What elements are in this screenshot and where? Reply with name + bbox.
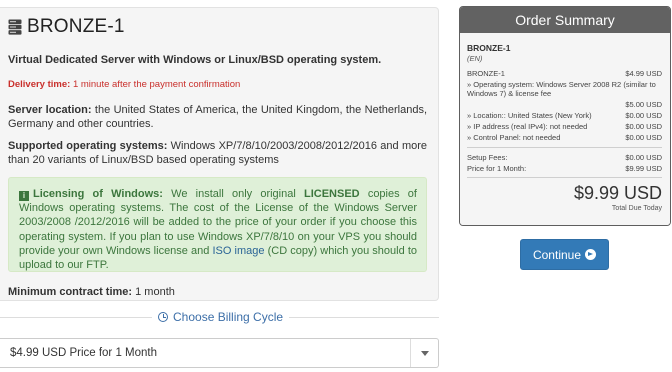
licensing-alert: i Licensing of Windows: We install only o… — [8, 177, 427, 272]
summary-line: » Control Panel: not needed $0.00 USD — [467, 133, 662, 142]
billing-cycle-value: $4.99 USD Price for 1 Month — [10, 347, 158, 359]
order-summary: Order Summary BRONZE-1 (EN) BRONZE-1 $4.… — [459, 6, 671, 226]
select-caret-area[interactable] — [410, 339, 438, 367]
product-panel: BRONZE-1 Virtual Dedicated Server with W… — [0, 7, 439, 301]
minimum-contract: Minimum contract time: 1 month — [8, 286, 175, 298]
total-due-label: Total Due Today — [611, 205, 662, 212]
contract-label: Minimum contract time: — [8, 286, 133, 298]
server-location: Server location: the United States of Am… — [8, 103, 427, 131]
continue-label: Continue — [532, 247, 582, 262]
billing-cycle-header: Choose Billing Cycle — [152, 310, 290, 324]
contract-value: 1 month — [132, 286, 175, 298]
setup-fees-amount: $0.00 USD — [625, 153, 662, 162]
summary-line-label: » Operating system: Windows Server 2008 … — [467, 80, 656, 98]
delivery-value: 1 minute after the payment confirmation — [70, 79, 241, 90]
summary-line-amount: $0.00 USD — [625, 122, 662, 131]
recurring-price-line: Price for 1 Month: $9.99 USD — [467, 164, 662, 173]
info-icon: i — [19, 191, 29, 201]
product-tagline: Virtual Dedicated Server with Windows or… — [8, 54, 382, 66]
licensed-label: LICENSED — [304, 188, 360, 200]
product-name: BRONZE-1 — [27, 16, 125, 37]
continue-button[interactable]: Continue — [520, 239, 609, 270]
summary-line: » Location:: United States (New York) $0… — [467, 111, 662, 120]
supported-systems: Supported operating systems: Windows XP/… — [8, 139, 427, 167]
billing-cycle-select[interactable]: $4.99 USD Price for 1 Month — [0, 338, 439, 368]
summary-product-group: (EN) — [467, 54, 483, 63]
summary-line: » IP address (real IPv4): not needed $0.… — [467, 122, 662, 131]
summary-divider — [467, 177, 662, 178]
summary-line: » Operating system: Windows Server 2008 … — [467, 80, 662, 98]
delivery-time: Delivery time: 1 minute after the paymen… — [8, 79, 240, 90]
server-icon — [8, 19, 22, 35]
location-label: Server location: — [8, 104, 92, 116]
chevron-down-icon — [420, 350, 429, 356]
product-title: BRONZE-1 — [8, 16, 125, 38]
summary-product-name: BRONZE-1 — [467, 43, 511, 53]
total-due-amount: $9.99 USD — [573, 183, 662, 203]
order-summary-body: BRONZE-1 (EN) BRONZE-1 $4.99 USD » Opera… — [460, 33, 670, 225]
summary-line-amount: $5.00 USD — [625, 100, 662, 109]
systems-label: Supported operating systems: — [8, 140, 168, 152]
arrow-circle-right-icon — [585, 249, 597, 260]
clock-icon — [158, 312, 168, 322]
licensing-text: We install only original — [162, 188, 304, 200]
billing-cycle-title: Choose Billing Cycle — [173, 310, 284, 324]
licensing-title: Licensing of Windows: — [33, 188, 163, 200]
recurring-price-amount: $9.99 USD — [625, 164, 662, 173]
summary-line-amount: $0.00 USD — [625, 111, 662, 120]
summary-line-amount: $0.00 USD — [625, 133, 662, 142]
order-summary-title: Order Summary — [460, 7, 670, 33]
summary-divider — [467, 147, 662, 148]
summary-line-amount: $4.99 USD — [625, 69, 662, 78]
delivery-label: Delivery time: — [8, 79, 71, 90]
iso-image-link[interactable]: ISO image — [212, 245, 264, 257]
setup-fees-line: Setup Fees: $0.00 USD — [467, 153, 662, 162]
summary-line: BRONZE-1 $4.99 USD — [467, 69, 662, 78]
